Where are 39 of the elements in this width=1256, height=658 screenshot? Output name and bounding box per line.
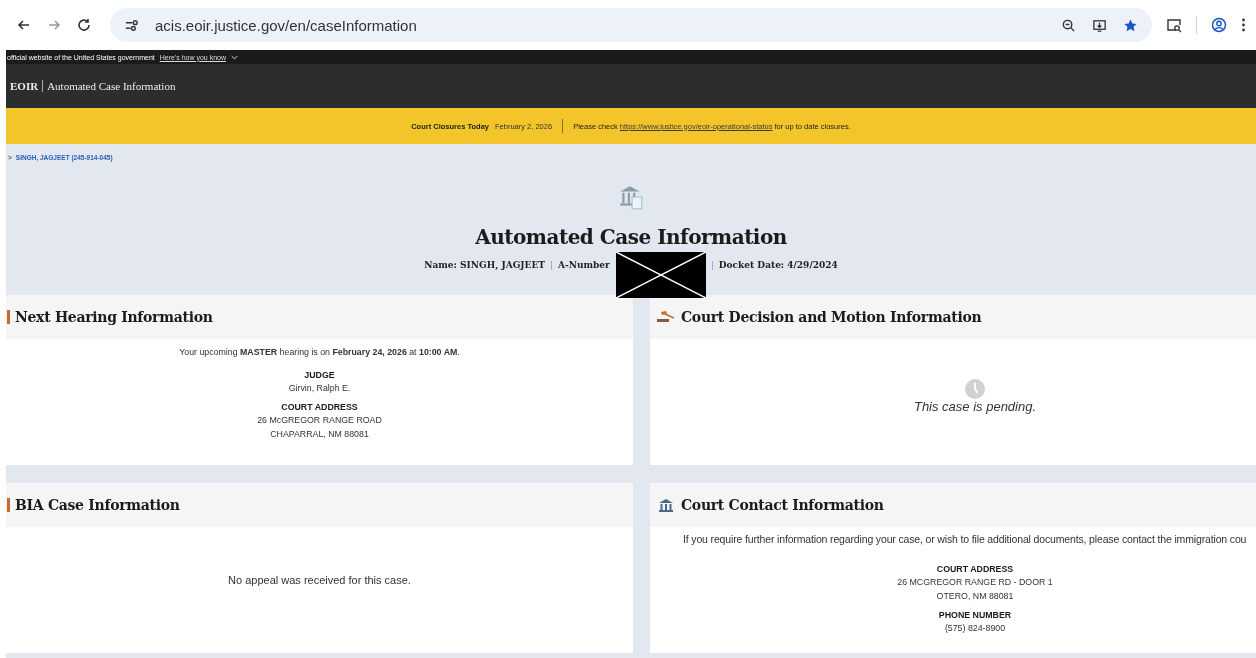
reload-icon[interactable]	[76, 17, 92, 33]
field-value: 26 McGREGOR RANGE ROAD	[257, 414, 382, 427]
contact-instructions: If you require further information regarding your case, or wish to file additional documents, please contact the immigration cou	[683, 533, 1247, 545]
field-value: Girvin, Ralph E.	[288, 382, 351, 395]
field-value: OTERO, NM 88081	[936, 590, 1014, 603]
zoom-out-icon[interactable]	[1061, 17, 1076, 33]
field-label: JUDGE	[304, 369, 335, 381]
address-bar[interactable]: acis.eoir.justice.gov/en/caseInformation	[110, 8, 1152, 42]
field-value: 26 MCGREGOR RANGE RD - DOOR 1	[897, 576, 1053, 589]
case-summary-label: A-Number	[558, 260, 610, 270]
page-title: Automated Case Information	[475, 225, 787, 249]
url-text[interactable]: acis.eoir.justice.gov/en/caseInformation	[155, 16, 417, 34]
profile-icon[interactable]	[1211, 17, 1227, 33]
courthouse-icon	[656, 498, 676, 512]
card-title: BIA Case Information	[15, 497, 180, 513]
status-message: This case is pending.	[913, 398, 1037, 414]
search-tab-icon[interactable]	[1166, 17, 1182, 33]
site-brand[interactable]: EOIR	[10, 80, 39, 92]
field-value: (575) 824-8900	[944, 622, 1006, 635]
card-title: Court Contact Information	[681, 497, 884, 513]
site-settings-icon[interactable]	[124, 17, 139, 33]
field-label: PHONE NUMBER	[938, 609, 1012, 621]
star-icon[interactable]	[1123, 17, 1138, 33]
install-app-icon[interactable]	[1092, 17, 1107, 33]
card-title: Next Hearing Information	[15, 309, 213, 325]
menu-icon[interactable]	[1241, 17, 1246, 33]
gavel-icon	[656, 310, 676, 324]
status-message: No appeal was received for this case.	[228, 574, 411, 586]
chevron-icon[interactable]	[231, 54, 239, 60]
courthouse-icon	[618, 183, 644, 211]
hearing-sentence: Your upcoming MASTER hearing is on February 24, 2026 at 10:00 AM.	[179, 347, 460, 357]
card-title: Court Decision and Motion Information	[681, 309, 982, 325]
field-value: CHAPARRAL, NM 88081	[270, 428, 369, 441]
case-summary-item: Name: SINGH, JAGJEET	[424, 260, 545, 270]
case-summary-item: Docket Date: 4/29/2024	[718, 260, 838, 270]
field-label: COURT ADDRESS	[281, 401, 358, 413]
clock-icon	[965, 378, 985, 399]
field-label: COURT ADDRESS	[936, 563, 1014, 575]
site-title: Automated Case Information	[47, 80, 176, 92]
